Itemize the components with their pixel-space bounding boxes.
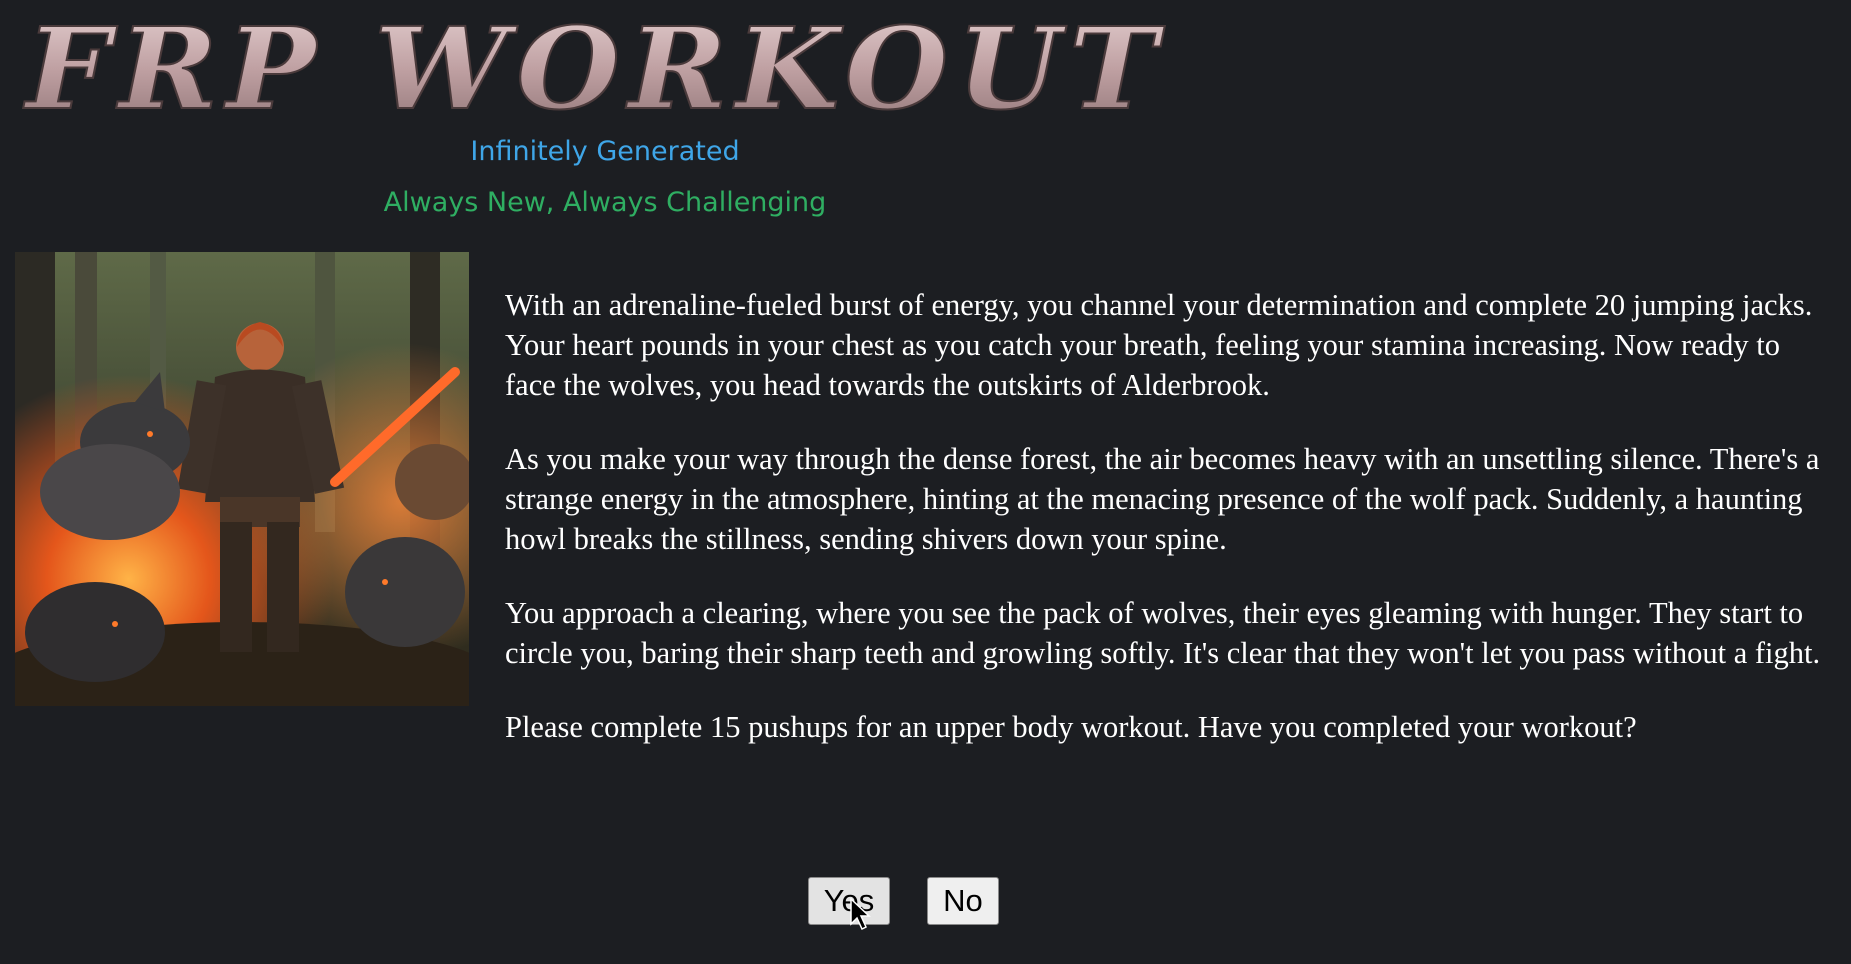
mouse-pointer-icon [850,897,872,932]
no-button[interactable]: No [927,877,999,925]
app-title-text: FRP WORKOUT [23,10,1166,125]
story-text: With an adrenaline-fueled burst of energ… [505,285,1835,781]
subtitle-always-new: Always New, Always Challenging [383,187,827,218]
story-illustration [15,252,469,706]
story-paragraph: As you make your way through the dense f… [505,442,1820,556]
story-paragraph: You approach a clearing, where you see t… [505,596,1821,670]
story-paragraph: With an adrenaline-fueled burst of energ… [505,288,1813,402]
subtitle-infinitely-generated: Infinitely Generated [470,136,740,167]
workout-prompt: Please complete 15 pushups for an upper … [505,710,1637,744]
yes-button[interactable]: Yes [808,877,890,925]
app-logo-title: FRP WORKOUT [20,10,1180,125]
